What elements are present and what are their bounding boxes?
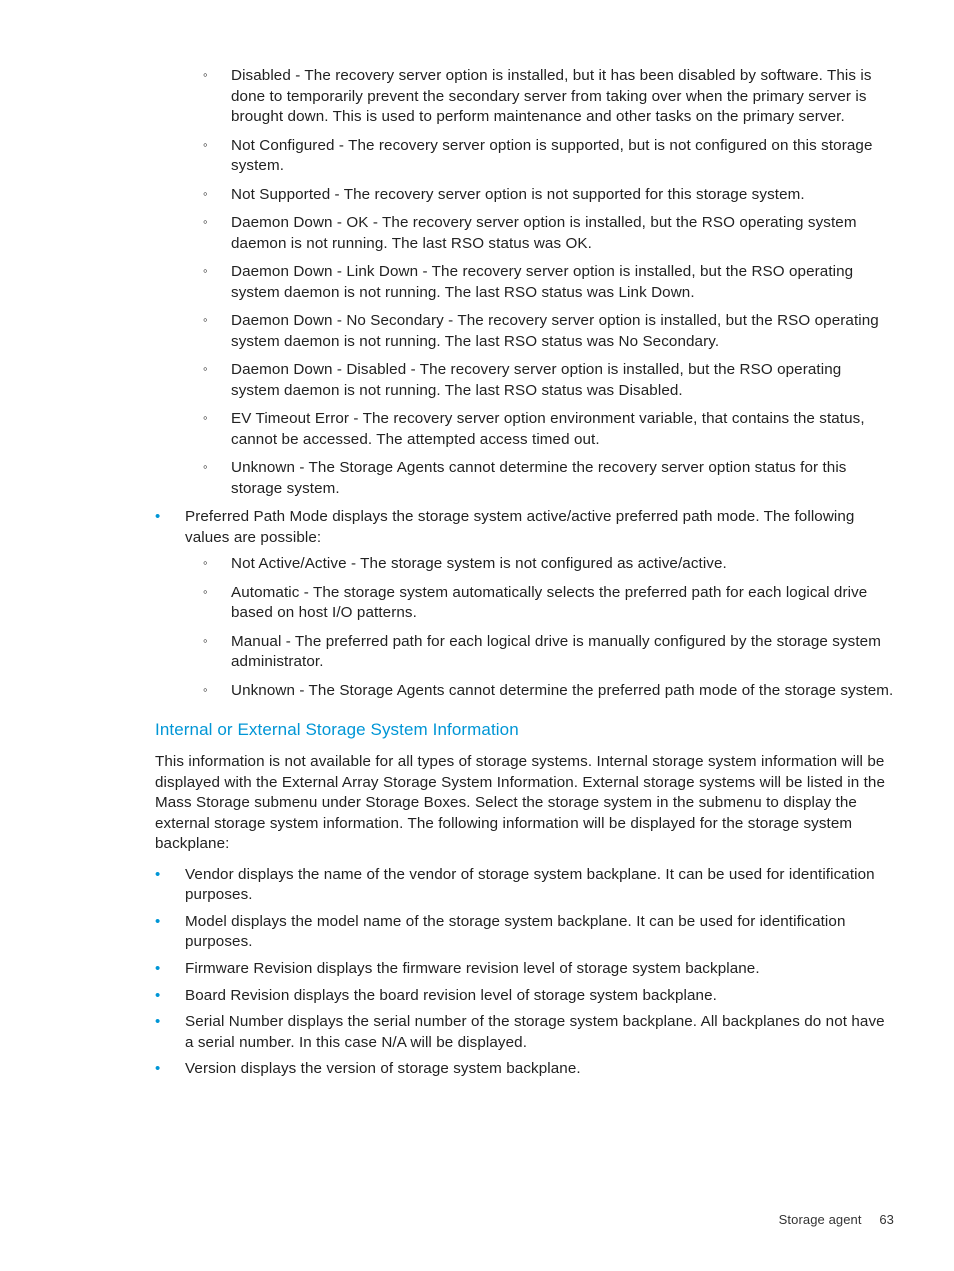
footer-label: Storage agent xyxy=(779,1212,862,1227)
page-footer: Storage agent 63 xyxy=(779,1211,894,1229)
list-item: Not Supported - The recovery server opti… xyxy=(203,185,894,206)
list-item: Vendor displays the name of the vendor o… xyxy=(155,865,894,906)
list-item: Unknown - The Storage Agents cannot dete… xyxy=(203,681,894,702)
recovery-server-status-list: Disabled - The recovery server option is… xyxy=(155,66,894,499)
list-item: Model displays the model name of the sto… xyxy=(155,912,894,953)
list-item: Not Active/Active - The storage system i… xyxy=(203,554,894,575)
preferred-path-intro: Preferred Path Mode displays the storage… xyxy=(185,508,854,546)
section-heading: Internal or External Storage System Info… xyxy=(155,719,894,742)
list-item: Daemon Down - OK - The recovery server o… xyxy=(203,213,894,254)
list-item: Automatic - The storage system automatic… xyxy=(203,583,894,624)
list-item: Not Configured - The recovery server opt… xyxy=(203,136,894,177)
list-item: Daemon Down - No Secondary - The recover… xyxy=(203,311,894,352)
list-item: Daemon Down - Disabled - The recovery se… xyxy=(203,360,894,401)
list-item: Version displays the version of storage … xyxy=(155,1059,894,1080)
list-item: Manual - The preferred path for each log… xyxy=(203,632,894,673)
list-item: Board Revision displays the board revisi… xyxy=(155,986,894,1007)
list-item: Daemon Down - Link Down - The recovery s… xyxy=(203,262,894,303)
document-page: Disabled - The recovery server option is… xyxy=(0,0,954,1271)
list-item: Unknown - The Storage Agents cannot dete… xyxy=(203,458,894,499)
list-item: Firmware Revision displays the firmware … xyxy=(155,959,894,980)
page-number: 63 xyxy=(879,1212,894,1227)
section-body: This information is not available for al… xyxy=(155,752,894,855)
backplane-info-list: Vendor displays the name of the vendor o… xyxy=(155,865,894,1080)
preferred-path-list: Preferred Path Mode displays the storage… xyxy=(155,507,894,701)
preferred-path-values-list: Not Active/Active - The storage system i… xyxy=(185,554,894,701)
list-item: Disabled - The recovery server option is… xyxy=(203,66,894,128)
list-item: EV Timeout Error - The recovery server o… xyxy=(203,409,894,450)
list-item: Preferred Path Mode displays the storage… xyxy=(155,507,894,701)
list-item: Serial Number displays the serial number… xyxy=(155,1012,894,1053)
